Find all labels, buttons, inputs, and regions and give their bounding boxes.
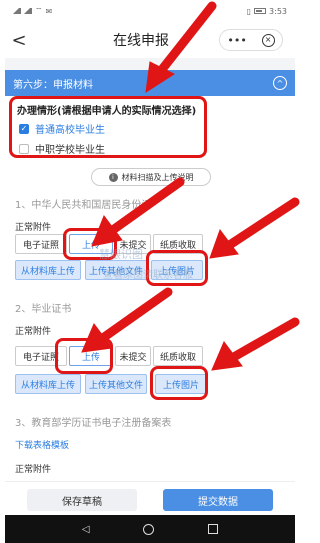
info-icon: i — [108, 172, 118, 182]
watermark-text: 慧眼识图 — [99, 248, 143, 261]
section-title-id-card: 1、中华人民共和国居民身份证 — [15, 200, 152, 211]
section-subtitle: 正常附件 — [15, 223, 52, 233]
section-subtitle: 正常附件 — [15, 465, 52, 475]
notification-icon: ✉ — [45, 6, 53, 16]
home-icon[interactable] — [143, 523, 155, 535]
status-time: 3:53 — [269, 6, 287, 16]
back-button[interactable]: < — [5, 30, 33, 51]
system-nav-bar: ◁ — [5, 515, 295, 543]
recents-icon[interactable] — [208, 524, 219, 534]
chevron-up-icon[interactable]: ^ — [273, 76, 287, 90]
scan-instructions-button[interactable]: i 材料扫描及上传说明 — [91, 168, 211, 186]
paper-collection-button[interactable]: 纸质收取 — [153, 346, 203, 366]
save-draft-button[interactable]: 保存草稿 — [27, 489, 137, 511]
more-button[interactable]: ••• — [227, 34, 246, 47]
upload-other-file-button[interactable]: 上传其他文件 — [85, 374, 147, 394]
signal-icon — [13, 8, 21, 14]
section-title-diploma: 2、毕业证书 — [15, 304, 72, 315]
back-triangle-icon[interactable]: ◁ — [82, 524, 90, 535]
annotation-box — [150, 366, 208, 400]
materials-content: 办理情形(请根据申请人的实际情况选择) ✓ 普通高校毕业生 中职学校毕业生 i … — [5, 96, 295, 481]
option-regular-college[interactable]: ✓ 普通高校毕业生 — [19, 121, 105, 136]
upload-from-library-button[interactable]: 从材料库上传 — [15, 260, 81, 280]
section-subtitle: 正常附件 — [15, 327, 52, 337]
close-icon[interactable]: × — [261, 33, 275, 47]
phone-screen: ⌔ ✉ ▯ 3:53 < 在线申报 ••• × 第六步：申报材料 ^ 办理情形(… — [5, 0, 295, 543]
bottom-action-bar: 保存草稿 提交数据 — [5, 481, 295, 515]
option-vocational-school[interactable]: 中职学校毕业生 — [19, 141, 105, 156]
status-bar: ⌔ ✉ ▯ 3:53 — [5, 0, 295, 22]
checkbox-icon[interactable] — [19, 143, 29, 154]
submit-data-button[interactable]: 提交数据 — [163, 489, 273, 511]
electronic-license-button[interactable]: 电子证照 — [15, 234, 67, 254]
vibrate-icon: ▯ — [246, 6, 252, 16]
title-bar: < 在线申报 ••• × — [5, 22, 295, 58]
page-title: 在线申报 — [113, 33, 169, 49]
annotation-box — [55, 338, 113, 374]
situation-title: 办理情形(请根据申请人的实际情况选择) — [17, 106, 197, 117]
battery-icon — [254, 8, 267, 14]
checkbox-checked-icon[interactable]: ✓ — [19, 123, 29, 134]
upload-from-library-button[interactable]: 从材料库上传 — [15, 374, 81, 394]
mini-program-capsule: ••• × — [219, 29, 283, 51]
wifi-icon: ⌔ — [35, 6, 43, 15]
download-template-link[interactable]: 下载表格模板 — [15, 438, 69, 451]
step-header[interactable]: 第六步：申报材料 ^ — [5, 70, 295, 96]
watermark-text: 查看原图请联系客服 — [103, 270, 193, 281]
signal-icon — [24, 8, 32, 14]
step-title: 第六步：申报材料 — [13, 79, 93, 91]
section-title-registration-form: 3、教育部学历证书电子注册备案表 — [15, 418, 172, 429]
not-submitted-button[interactable]: 未提交 — [115, 346, 151, 366]
